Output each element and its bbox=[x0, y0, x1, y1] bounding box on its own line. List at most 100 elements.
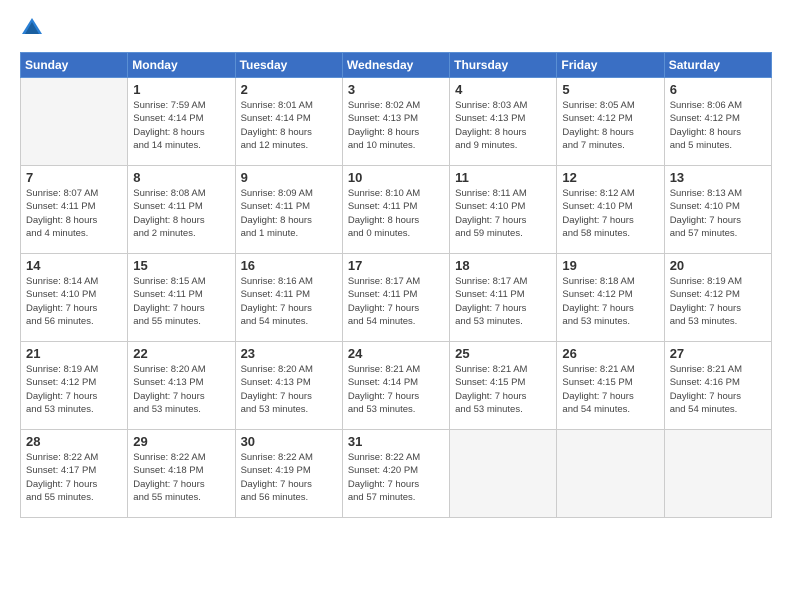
cell-info: Sunrise: 8:09 AMSunset: 4:11 PMDaylight:… bbox=[241, 187, 337, 240]
day-number: 16 bbox=[241, 258, 337, 273]
cell-info: Sunrise: 8:20 AMSunset: 4:13 PMDaylight:… bbox=[133, 363, 229, 416]
day-number: 30 bbox=[241, 434, 337, 449]
day-number: 20 bbox=[670, 258, 766, 273]
cell-info: Sunrise: 8:12 AMSunset: 4:10 PMDaylight:… bbox=[562, 187, 658, 240]
calendar-cell: 2 Sunrise: 8:01 AMSunset: 4:14 PMDaylight… bbox=[235, 78, 342, 166]
calendar-cell: 24 Sunrise: 8:21 AMSunset: 4:14 PMDayligh… bbox=[342, 342, 449, 430]
day-header-friday: Friday bbox=[557, 53, 664, 78]
day-number: 4 bbox=[455, 82, 551, 97]
calendar-cell: 19 Sunrise: 8:18 AMSunset: 4:12 PMDayligh… bbox=[557, 254, 664, 342]
calendar-cell: 16 Sunrise: 8:16 AMSunset: 4:11 PMDayligh… bbox=[235, 254, 342, 342]
calendar-cell: 9 Sunrise: 8:09 AMSunset: 4:11 PMDaylight… bbox=[235, 166, 342, 254]
day-number: 6 bbox=[670, 82, 766, 97]
calendar-cell: 29 Sunrise: 8:22 AMSunset: 4:18 PMDayligh… bbox=[128, 430, 235, 518]
cell-info: Sunrise: 8:11 AMSunset: 4:10 PMDaylight:… bbox=[455, 187, 551, 240]
calendar-cell: 1 Sunrise: 7:59 AMSunset: 4:14 PMDaylight… bbox=[128, 78, 235, 166]
calendar-cell: 27 Sunrise: 8:21 AMSunset: 4:16 PMDayligh… bbox=[664, 342, 771, 430]
cell-info: Sunrise: 8:14 AMSunset: 4:10 PMDaylight:… bbox=[26, 275, 122, 328]
day-number: 29 bbox=[133, 434, 229, 449]
cell-info: Sunrise: 8:19 AMSunset: 4:12 PMDaylight:… bbox=[26, 363, 122, 416]
calendar-cell: 26 Sunrise: 8:21 AMSunset: 4:15 PMDayligh… bbox=[557, 342, 664, 430]
header bbox=[20, 16, 772, 40]
day-header-tuesday: Tuesday bbox=[235, 53, 342, 78]
header-row: SundayMondayTuesdayWednesdayThursdayFrid… bbox=[21, 53, 772, 78]
day-header-thursday: Thursday bbox=[450, 53, 557, 78]
week-row-3: 21Sunrise: 8:19 AMSunset: 4:12 PMDayligh… bbox=[21, 342, 772, 430]
calendar-cell bbox=[664, 430, 771, 518]
calendar-cell: 10 Sunrise: 8:10 AMSunset: 4:11 PMDayligh… bbox=[342, 166, 449, 254]
calendar-cell: 22 Sunrise: 8:20 AMSunset: 4:13 PMDayligh… bbox=[128, 342, 235, 430]
cell-info: Sunrise: 8:22 AMSunset: 4:18 PMDaylight:… bbox=[133, 451, 229, 504]
calendar-table: SundayMondayTuesdayWednesdayThursdayFrid… bbox=[20, 52, 772, 518]
cell-info: Sunrise: 8:10 AMSunset: 4:11 PMDaylight:… bbox=[348, 187, 444, 240]
cell-info: Sunrise: 8:18 AMSunset: 4:12 PMDaylight:… bbox=[562, 275, 658, 328]
calendar-cell: 18 Sunrise: 8:17 AMSunset: 4:11 PMDayligh… bbox=[450, 254, 557, 342]
day-number: 14 bbox=[26, 258, 122, 273]
cell-info: Sunrise: 8:22 AMSunset: 4:20 PMDaylight:… bbox=[348, 451, 444, 504]
day-number: 7 bbox=[26, 170, 122, 185]
calendar-cell: 4 Sunrise: 8:03 AMSunset: 4:13 PMDaylight… bbox=[450, 78, 557, 166]
logo-icon bbox=[20, 16, 44, 40]
cell-info: Sunrise: 8:03 AMSunset: 4:13 PMDaylight:… bbox=[455, 99, 551, 152]
cell-info: Sunrise: 8:17 AMSunset: 4:11 PMDaylight:… bbox=[348, 275, 444, 328]
cell-info: Sunrise: 8:07 AMSunset: 4:11 PMDaylight:… bbox=[26, 187, 122, 240]
calendar-cell: 11 Sunrise: 8:11 AMSunset: 4:10 PMDayligh… bbox=[450, 166, 557, 254]
calendar-cell bbox=[557, 430, 664, 518]
day-number: 3 bbox=[348, 82, 444, 97]
day-header-saturday: Saturday bbox=[664, 53, 771, 78]
calendar-cell: 25 Sunrise: 8:21 AMSunset: 4:15 PMDayligh… bbox=[450, 342, 557, 430]
day-number: 8 bbox=[133, 170, 229, 185]
cell-info: Sunrise: 8:01 AMSunset: 4:14 PMDaylight:… bbox=[241, 99, 337, 152]
page: SundayMondayTuesdayWednesdayThursdayFrid… bbox=[0, 0, 792, 612]
day-number: 22 bbox=[133, 346, 229, 361]
calendar-cell: 7 Sunrise: 8:07 AMSunset: 4:11 PMDaylight… bbox=[21, 166, 128, 254]
cell-info: Sunrise: 8:20 AMSunset: 4:13 PMDaylight:… bbox=[241, 363, 337, 416]
cell-info: Sunrise: 8:21 AMSunset: 4:15 PMDaylight:… bbox=[562, 363, 658, 416]
calendar-cell bbox=[21, 78, 128, 166]
day-number: 9 bbox=[241, 170, 337, 185]
day-number: 17 bbox=[348, 258, 444, 273]
day-header-wednesday: Wednesday bbox=[342, 53, 449, 78]
calendar-header: SundayMondayTuesdayWednesdayThursdayFrid… bbox=[21, 53, 772, 78]
day-number: 11 bbox=[455, 170, 551, 185]
cell-info: Sunrise: 8:16 AMSunset: 4:11 PMDaylight:… bbox=[241, 275, 337, 328]
day-number: 2 bbox=[241, 82, 337, 97]
calendar-body: 1 Sunrise: 7:59 AMSunset: 4:14 PMDaylight… bbox=[21, 78, 772, 518]
week-row-0: 1 Sunrise: 7:59 AMSunset: 4:14 PMDaylight… bbox=[21, 78, 772, 166]
day-number: 25 bbox=[455, 346, 551, 361]
week-row-4: 28Sunrise: 8:22 AMSunset: 4:17 PMDayligh… bbox=[21, 430, 772, 518]
calendar-cell: 28Sunrise: 8:22 AMSunset: 4:17 PMDayligh… bbox=[21, 430, 128, 518]
day-number: 13 bbox=[670, 170, 766, 185]
day-number: 24 bbox=[348, 346, 444, 361]
calendar-cell: 30Sunrise: 8:22 AMSunset: 4:19 PMDayligh… bbox=[235, 430, 342, 518]
cell-info: Sunrise: 8:13 AMSunset: 4:10 PMDaylight:… bbox=[670, 187, 766, 240]
day-header-sunday: Sunday bbox=[21, 53, 128, 78]
cell-info: Sunrise: 8:15 AMSunset: 4:11 PMDaylight:… bbox=[133, 275, 229, 328]
day-number: 26 bbox=[562, 346, 658, 361]
day-number: 19 bbox=[562, 258, 658, 273]
calendar-cell bbox=[450, 430, 557, 518]
cell-info: Sunrise: 8:05 AMSunset: 4:12 PMDaylight:… bbox=[562, 99, 658, 152]
cell-info: Sunrise: 8:21 AMSunset: 4:16 PMDaylight:… bbox=[670, 363, 766, 416]
cell-info: Sunrise: 8:08 AMSunset: 4:11 PMDaylight:… bbox=[133, 187, 229, 240]
day-number: 1 bbox=[133, 82, 229, 97]
cell-info: Sunrise: 8:19 AMSunset: 4:12 PMDaylight:… bbox=[670, 275, 766, 328]
day-number: 12 bbox=[562, 170, 658, 185]
cell-info: Sunrise: 8:17 AMSunset: 4:11 PMDaylight:… bbox=[455, 275, 551, 328]
logo bbox=[20, 16, 48, 40]
day-number: 10 bbox=[348, 170, 444, 185]
calendar-cell: 3Sunrise: 8:02 AMSunset: 4:13 PMDaylight… bbox=[342, 78, 449, 166]
cell-info: Sunrise: 8:21 AMSunset: 4:14 PMDaylight:… bbox=[348, 363, 444, 416]
calendar-cell: 31 Sunrise: 8:22 AMSunset: 4:20 PMDayligh… bbox=[342, 430, 449, 518]
day-number: 27 bbox=[670, 346, 766, 361]
cell-info: Sunrise: 7:59 AMSunset: 4:14 PMDaylight:… bbox=[133, 99, 229, 152]
calendar-cell: 21Sunrise: 8:19 AMSunset: 4:12 PMDayligh… bbox=[21, 342, 128, 430]
calendar-cell: 17 Sunrise: 8:17 AMSunset: 4:11 PMDayligh… bbox=[342, 254, 449, 342]
calendar-cell: 12 Sunrise: 8:12 AMSunset: 4:10 PMDayligh… bbox=[557, 166, 664, 254]
cell-info: Sunrise: 8:22 AMSunset: 4:17 PMDaylight:… bbox=[26, 451, 122, 504]
day-number: 31 bbox=[348, 434, 444, 449]
day-number: 18 bbox=[455, 258, 551, 273]
calendar-cell: 13 Sunrise: 8:13 AMSunset: 4:10 PMDayligh… bbox=[664, 166, 771, 254]
cell-info: Sunrise: 8:21 AMSunset: 4:15 PMDaylight:… bbox=[455, 363, 551, 416]
calendar-cell: 5Sunrise: 8:05 AMSunset: 4:12 PMDaylight… bbox=[557, 78, 664, 166]
